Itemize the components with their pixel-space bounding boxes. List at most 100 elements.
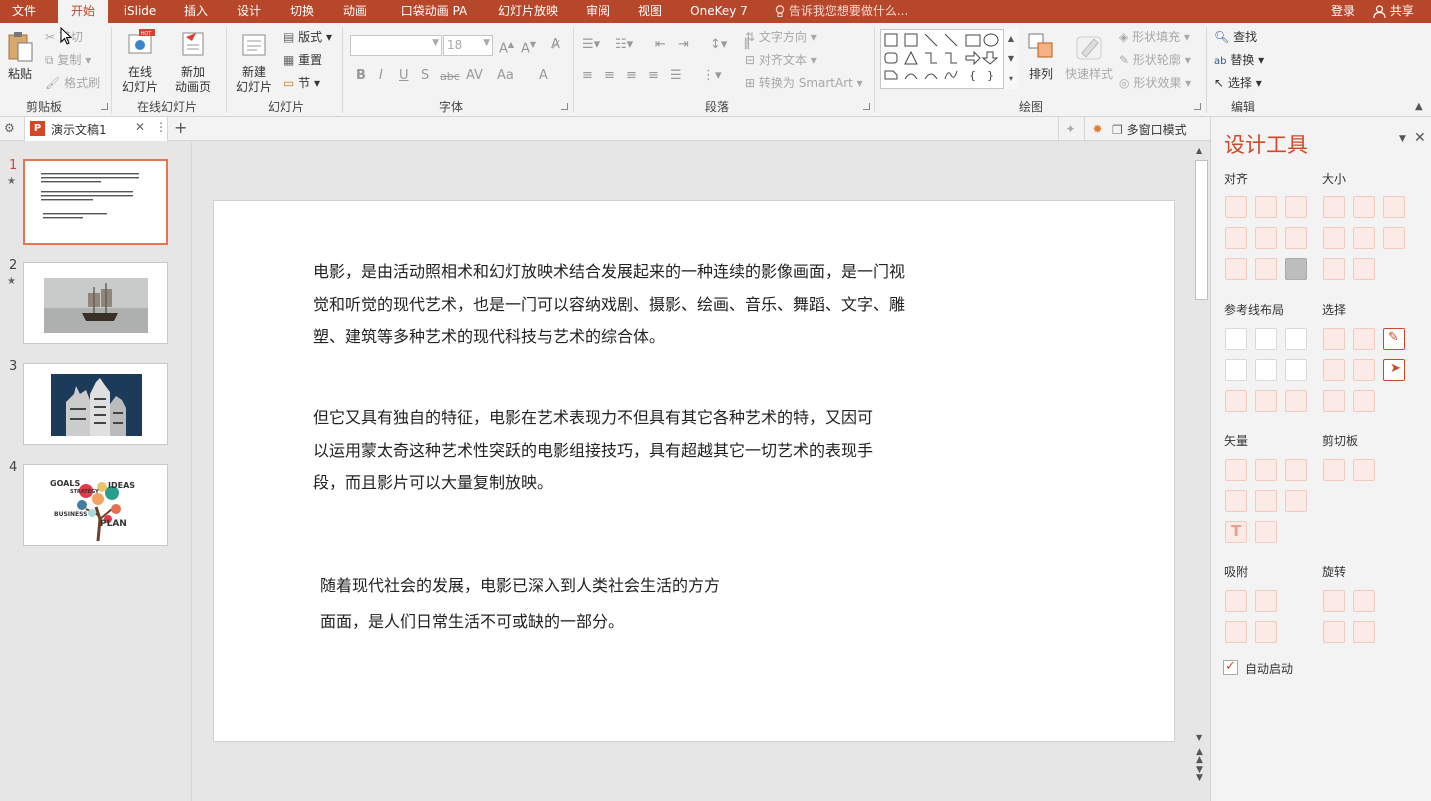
drawing-launcher-icon[interactable] bbox=[1194, 103, 1201, 110]
change-case-button[interactable]: Aa bbox=[497, 67, 514, 85]
tab-design[interactable]: 设计 bbox=[225, 0, 273, 23]
snap-top-icon[interactable] bbox=[1225, 621, 1247, 643]
more-icon[interactable]: ⋮ bbox=[155, 120, 167, 134]
shape-fill-button[interactable]: ◈ 形状填充 ▾ bbox=[1119, 29, 1190, 45]
swap-size-icon[interactable] bbox=[1383, 227, 1405, 249]
multi-window-button[interactable]: ❐ 多窗口模式 bbox=[1112, 121, 1187, 138]
size-right-icon[interactable] bbox=[1353, 258, 1375, 280]
online-slides-button[interactable]: HOT 在线 幻灯片 bbox=[115, 29, 165, 95]
char-spacing-button[interactable]: AV bbox=[466, 67, 483, 85]
shadow-button[interactable]: S bbox=[421, 67, 429, 85]
login-button[interactable]: 登录 bbox=[1331, 0, 1355, 22]
guide-right-icon[interactable] bbox=[1285, 328, 1307, 350]
size-top-icon[interactable] bbox=[1323, 227, 1345, 249]
tab-home[interactable]: 开始 bbox=[58, 0, 108, 23]
align-bottom-tool-icon[interactable] bbox=[1285, 227, 1307, 249]
strikethrough-button[interactable]: abc bbox=[440, 68, 460, 86]
align-center-icon[interactable]: ≡ bbox=[604, 67, 615, 85]
font-launcher-icon[interactable] bbox=[561, 103, 568, 110]
intersect-icon[interactable] bbox=[1225, 490, 1247, 512]
tab-view[interactable]: 视图 bbox=[626, 0, 674, 23]
clear-format-icon[interactable]: A̷ bbox=[551, 36, 560, 54]
guide-left-icon[interactable] bbox=[1225, 328, 1247, 350]
guide-middle-icon[interactable] bbox=[1255, 359, 1277, 381]
font-size-box[interactable]: 18 ▼ bbox=[443, 35, 493, 56]
increase-indent-icon[interactable]: ⇥ bbox=[678, 36, 689, 54]
panel-options-icon[interactable]: ▼ bbox=[1399, 134, 1406, 144]
tab-transitions[interactable]: 切换 bbox=[278, 0, 326, 23]
select-group-icon[interactable] bbox=[1353, 328, 1375, 350]
document-tab[interactable]: P 演示文稿1 ✕ ⋮ bbox=[24, 117, 168, 141]
new-tab-icon[interactable]: + bbox=[174, 118, 187, 137]
new-slide-button[interactable]: 新建 幻灯片 bbox=[229, 29, 279, 95]
text-vector-icon[interactable]: T bbox=[1225, 521, 1247, 543]
same-size-icon[interactable] bbox=[1383, 196, 1405, 218]
scroll-up-icon[interactable]: ▲ bbox=[1196, 146, 1202, 155]
close-icon[interactable]: ✕ bbox=[135, 120, 145, 134]
tab-insert[interactable]: 插入 bbox=[172, 0, 220, 23]
format-painter-button[interactable]: 🖌 格式刷 bbox=[45, 75, 100, 91]
snap-left-icon[interactable] bbox=[1225, 590, 1247, 612]
font-name-box[interactable]: ▼ bbox=[350, 35, 442, 56]
snap-bottom-icon[interactable] bbox=[1255, 621, 1277, 643]
new-animation-page-button[interactable]: 新加 动画页 bbox=[168, 29, 218, 95]
slide-thumbnail-4[interactable]: GOALS IDEAS STRATEGY BUSINESS PLAN bbox=[23, 464, 168, 546]
same-height-icon[interactable] bbox=[1353, 196, 1375, 218]
tab-review[interactable]: 审阅 bbox=[574, 0, 622, 23]
section-button[interactable]: ▭ 节 ▾ bbox=[283, 75, 320, 91]
tab-animations[interactable]: 动画 bbox=[331, 0, 379, 23]
auto-start-checkbox[interactable]: ✓ bbox=[1223, 659, 1238, 675]
prev-slide-icon[interactable]: ▲ ▲ bbox=[1196, 748, 1203, 765]
shape-effects-button[interactable]: ◎ 形状效果 ▾ bbox=[1119, 75, 1191, 91]
distribute-all-icon[interactable] bbox=[1285, 258, 1307, 280]
italic-button[interactable]: I bbox=[379, 67, 383, 85]
select-child-icon[interactable] bbox=[1323, 390, 1345, 412]
increase-font-icon[interactable]: A▲ bbox=[499, 36, 514, 58]
copy-button[interactable]: ⧉ 复制 ▾ bbox=[45, 52, 91, 68]
collapse-ribbon-icon[interactable]: ▲ bbox=[1415, 101, 1423, 112]
align-text-button[interactable]: ⊟ 对齐文本 ▾ bbox=[745, 52, 817, 68]
same-width-icon[interactable] bbox=[1323, 196, 1345, 218]
outline-icon[interactable] bbox=[1285, 490, 1307, 512]
paragraph-columns-icon[interactable]: ⋮▾ bbox=[702, 67, 722, 85]
shapes-gallery[interactable]: {} bbox=[880, 29, 1018, 89]
paragraph-launcher-icon[interactable] bbox=[863, 103, 870, 110]
align-middle-tool-icon[interactable] bbox=[1255, 227, 1277, 249]
subtract-icon[interactable] bbox=[1255, 490, 1277, 512]
select-parent-icon[interactable] bbox=[1353, 390, 1375, 412]
scroll-down-icon[interactable]: ▼ bbox=[1196, 733, 1202, 742]
align-center-tool-icon[interactable] bbox=[1255, 196, 1277, 218]
decrease-indent-icon[interactable]: ⇤ bbox=[655, 36, 666, 54]
scroll-thumb[interactable] bbox=[1195, 160, 1208, 300]
align-right-icon[interactable]: ≡ bbox=[626, 67, 637, 85]
shapes-gallery-scroll[interactable]: ▲ ▼ ▾ bbox=[1003, 29, 1018, 89]
paste-button[interactable]: 粘贴 bbox=[4, 31, 36, 82]
slide-thumbnail-2[interactable] bbox=[23, 262, 168, 344]
size-left-icon[interactable] bbox=[1323, 258, 1345, 280]
decrease-font-icon[interactable]: A▼ bbox=[521, 36, 536, 58]
paste-tool-icon[interactable] bbox=[1353, 459, 1375, 481]
guide-center-icon[interactable] bbox=[1255, 328, 1277, 350]
layout-button[interactable]: ▤ 版式 ▾ bbox=[283, 29, 332, 45]
underline-button[interactable]: U bbox=[399, 67, 409, 85]
find-button[interactable]: 🔍︎ 查找 bbox=[1214, 29, 1257, 45]
tab-file[interactable]: 文件 bbox=[0, 0, 48, 23]
snap-right-icon[interactable] bbox=[1255, 590, 1277, 612]
tab-menu-icon[interactable]: ⚙ bbox=[4, 121, 15, 135]
shape-outline-button[interactable]: ✎ 形状轮廓 ▾ bbox=[1119, 52, 1191, 68]
slide-thumbnail-3[interactable] bbox=[23, 363, 168, 445]
guide-h-icon[interactable] bbox=[1225, 390, 1247, 412]
slide[interactable]: 电影，是由活动照相术和幻灯放映术结合发展起来的一种连续的影像画面，是一门视 觉和… bbox=[213, 200, 1175, 742]
arrange-button[interactable]: 排列 bbox=[1023, 31, 1059, 82]
align-right-tool-icon[interactable] bbox=[1285, 196, 1307, 218]
guide-bottom-icon[interactable] bbox=[1285, 359, 1307, 381]
guide-top-icon[interactable] bbox=[1225, 359, 1247, 381]
guide-grid-icon[interactable] bbox=[1285, 390, 1307, 412]
paragraph-3[interactable]: 随着现代社会的发展，电影已深入到人类社会生活的方方 面面，是人们日常生活不可或缺… bbox=[320, 568, 720, 640]
reset-button[interactable]: ▦ 重置 bbox=[283, 52, 322, 68]
path-icon[interactable] bbox=[1255, 521, 1277, 543]
line-spacing-icon[interactable]: ↕▾ bbox=[710, 36, 727, 54]
select-cursor-icon[interactable]: ➤ bbox=[1383, 359, 1405, 381]
distributed-icon[interactable]: ☰ bbox=[670, 67, 682, 85]
next-slide-icon[interactable]: ▼ ▼ bbox=[1196, 766, 1203, 783]
